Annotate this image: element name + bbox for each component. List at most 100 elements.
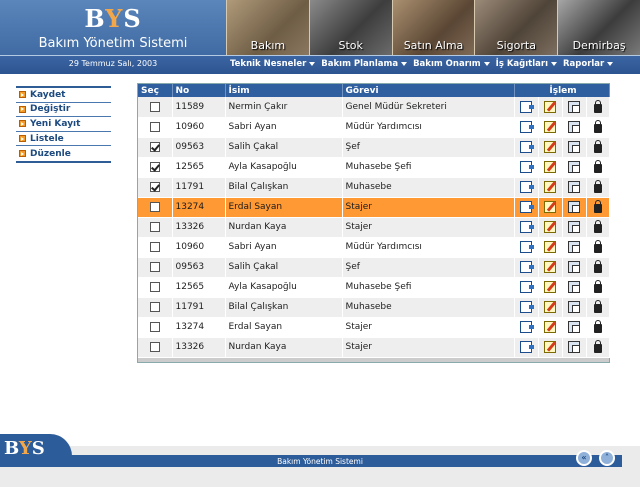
lock-icon[interactable] [593, 260, 602, 273]
module-tab-demirbas[interactable]: Demirbaş [557, 0, 640, 55]
document-icon[interactable] [520, 221, 534, 233]
sidebar-item-listele[interactable]: Listele [16, 131, 111, 147]
table-row[interactable]: 10960 Sabri Ayan Müdür Yardımcısı [138, 117, 610, 138]
copy-icon[interactable] [568, 241, 580, 253]
select-checkbox[interactable] [149, 221, 160, 232]
select-checkbox[interactable] [149, 321, 160, 332]
document-icon[interactable] [520, 261, 534, 273]
copy-icon[interactable] [568, 161, 580, 173]
select-checkbox[interactable] [149, 241, 160, 252]
table-row[interactable]: 13274 Erdal Sayan Stajer [138, 317, 610, 338]
cell-name: Sabri Ayan [225, 117, 343, 138]
table-row[interactable]: 09563 Salih Çakal Şef [138, 137, 610, 158]
lock-icon[interactable] [593, 140, 602, 153]
edit-icon[interactable] [544, 321, 556, 333]
module-tab-satin-alma[interactable]: Satın Alma [391, 0, 475, 55]
module-tab-bakim[interactable]: Bakım [226, 0, 309, 55]
lock-icon[interactable] [593, 99, 602, 113]
table-row[interactable]: 11589 Nermin Çakır Genel Müdür Sekreteri [138, 97, 610, 118]
copy-icon[interactable] [568, 221, 580, 233]
document-icon[interactable] [520, 141, 534, 153]
menu-bakim-planlama[interactable]: Bakım Planlama [321, 59, 408, 69]
module-tab-stok[interactable]: Stok [308, 0, 392, 55]
menu-bakim-onarim[interactable]: Bakım Onarım [413, 59, 490, 69]
edit-icon[interactable] [544, 221, 556, 233]
copy-icon[interactable] [568, 201, 580, 213]
copy-icon[interactable] [568, 281, 580, 293]
select-checkbox[interactable] [149, 141, 160, 152]
menu-is-kagitlari[interactable]: İş Kağıtları [496, 59, 557, 69]
copy-icon[interactable] [568, 341, 580, 353]
copy-icon[interactable] [568, 121, 580, 133]
lock-icon[interactable] [593, 160, 602, 173]
edit-icon[interactable] [544, 121, 556, 133]
document-icon[interactable] [520, 301, 534, 313]
copy-icon[interactable] [568, 321, 580, 333]
back-button[interactable]: « [576, 450, 592, 466]
table-row[interactable]: 09563 Salih Çakal Şef [138, 257, 610, 278]
copy-icon[interactable] [568, 301, 580, 313]
edit-icon[interactable] [544, 201, 556, 213]
sidebar-item-yeni-kayit[interactable]: Yeni Kayıt [16, 117, 111, 132]
table-row[interactable]: 11791 Bilal Çalışkan Muhasebe [138, 177, 610, 198]
select-checkbox[interactable] [149, 281, 160, 292]
lock-icon[interactable] [593, 220, 602, 233]
document-icon[interactable] [520, 161, 534, 173]
edit-icon[interactable] [544, 100, 556, 113]
lock-icon[interactable] [593, 340, 602, 353]
copy-icon[interactable] [568, 261, 580, 273]
edit-icon[interactable] [544, 261, 556, 273]
select-checkbox[interactable] [149, 181, 160, 192]
lock-icon[interactable] [593, 280, 602, 293]
lock-icon[interactable] [593, 320, 602, 333]
select-cell [138, 157, 173, 178]
select-checkbox[interactable] [149, 121, 160, 132]
copy-icon[interactable] [568, 100, 580, 113]
select-checkbox[interactable] [149, 341, 160, 352]
table-row[interactable]: 10960 Sabri Ayan Müdür Yardımcısı [138, 237, 610, 258]
lock-icon[interactable] [593, 120, 602, 133]
select-checkbox[interactable] [149, 201, 160, 212]
document-icon[interactable] [520, 241, 534, 253]
top-button[interactable]: ˄ [599, 450, 615, 466]
lock-icon[interactable] [593, 300, 602, 313]
document-icon[interactable] [520, 181, 534, 193]
table-row[interactable]: 13326 Nurdan Kaya Stajer [138, 217, 610, 238]
document-icon[interactable] [520, 100, 534, 113]
copy-icon[interactable] [568, 141, 580, 153]
select-cell [138, 237, 173, 258]
edit-icon[interactable] [544, 301, 556, 313]
lock-icon[interactable] [593, 180, 602, 193]
edit-icon[interactable] [544, 161, 556, 173]
select-checkbox[interactable] [149, 161, 160, 172]
select-checkbox[interactable] [149, 101, 160, 112]
edit-icon[interactable] [544, 141, 556, 153]
select-checkbox[interactable] [149, 261, 160, 272]
cell-role: Şef [342, 137, 515, 158]
module-tab-sigorta[interactable]: Sigorta [474, 0, 558, 55]
menu-teknik-nesneler[interactable]: Teknik Nesneler [230, 59, 316, 69]
document-icon[interactable] [520, 121, 534, 133]
menu-raporlar[interactable]: Raporlar [563, 59, 614, 69]
edit-icon[interactable] [544, 281, 556, 293]
table-row[interactable]: 12565 Ayla Kasapoğlu Muhasebe Şefi [138, 157, 610, 178]
sidebar-item-degistir[interactable]: Değiştir [16, 102, 111, 118]
sidebar-item-kaydet[interactable]: Kaydet [16, 88, 111, 103]
edit-icon[interactable] [544, 241, 556, 253]
sidebar-item-duzenle[interactable]: Düzenle [16, 146, 111, 161]
table-row[interactable]: 13326 Nurdan Kaya Stajer [138, 337, 610, 358]
lock-icon[interactable] [593, 200, 602, 213]
select-checkbox[interactable] [149, 301, 160, 312]
edit-icon[interactable] [544, 341, 556, 353]
lock-icon[interactable] [593, 240, 602, 253]
table-row[interactable]: 11791 Bilal Çalışkan Muhasebe [138, 297, 610, 318]
table-row[interactable]: 12565 Ayla Kasapoğlu Muhasebe Şefi [138, 277, 610, 298]
edit-icon[interactable] [544, 181, 556, 193]
document-icon[interactable] [520, 201, 534, 213]
document-icon[interactable] [520, 321, 534, 333]
document-icon[interactable] [520, 341, 534, 353]
document-icon[interactable] [520, 281, 534, 293]
table-row[interactable]: 13274 Erdal Sayan Stajer [138, 197, 610, 218]
cell-role: Stajer [342, 197, 515, 218]
copy-icon[interactable] [568, 181, 580, 193]
